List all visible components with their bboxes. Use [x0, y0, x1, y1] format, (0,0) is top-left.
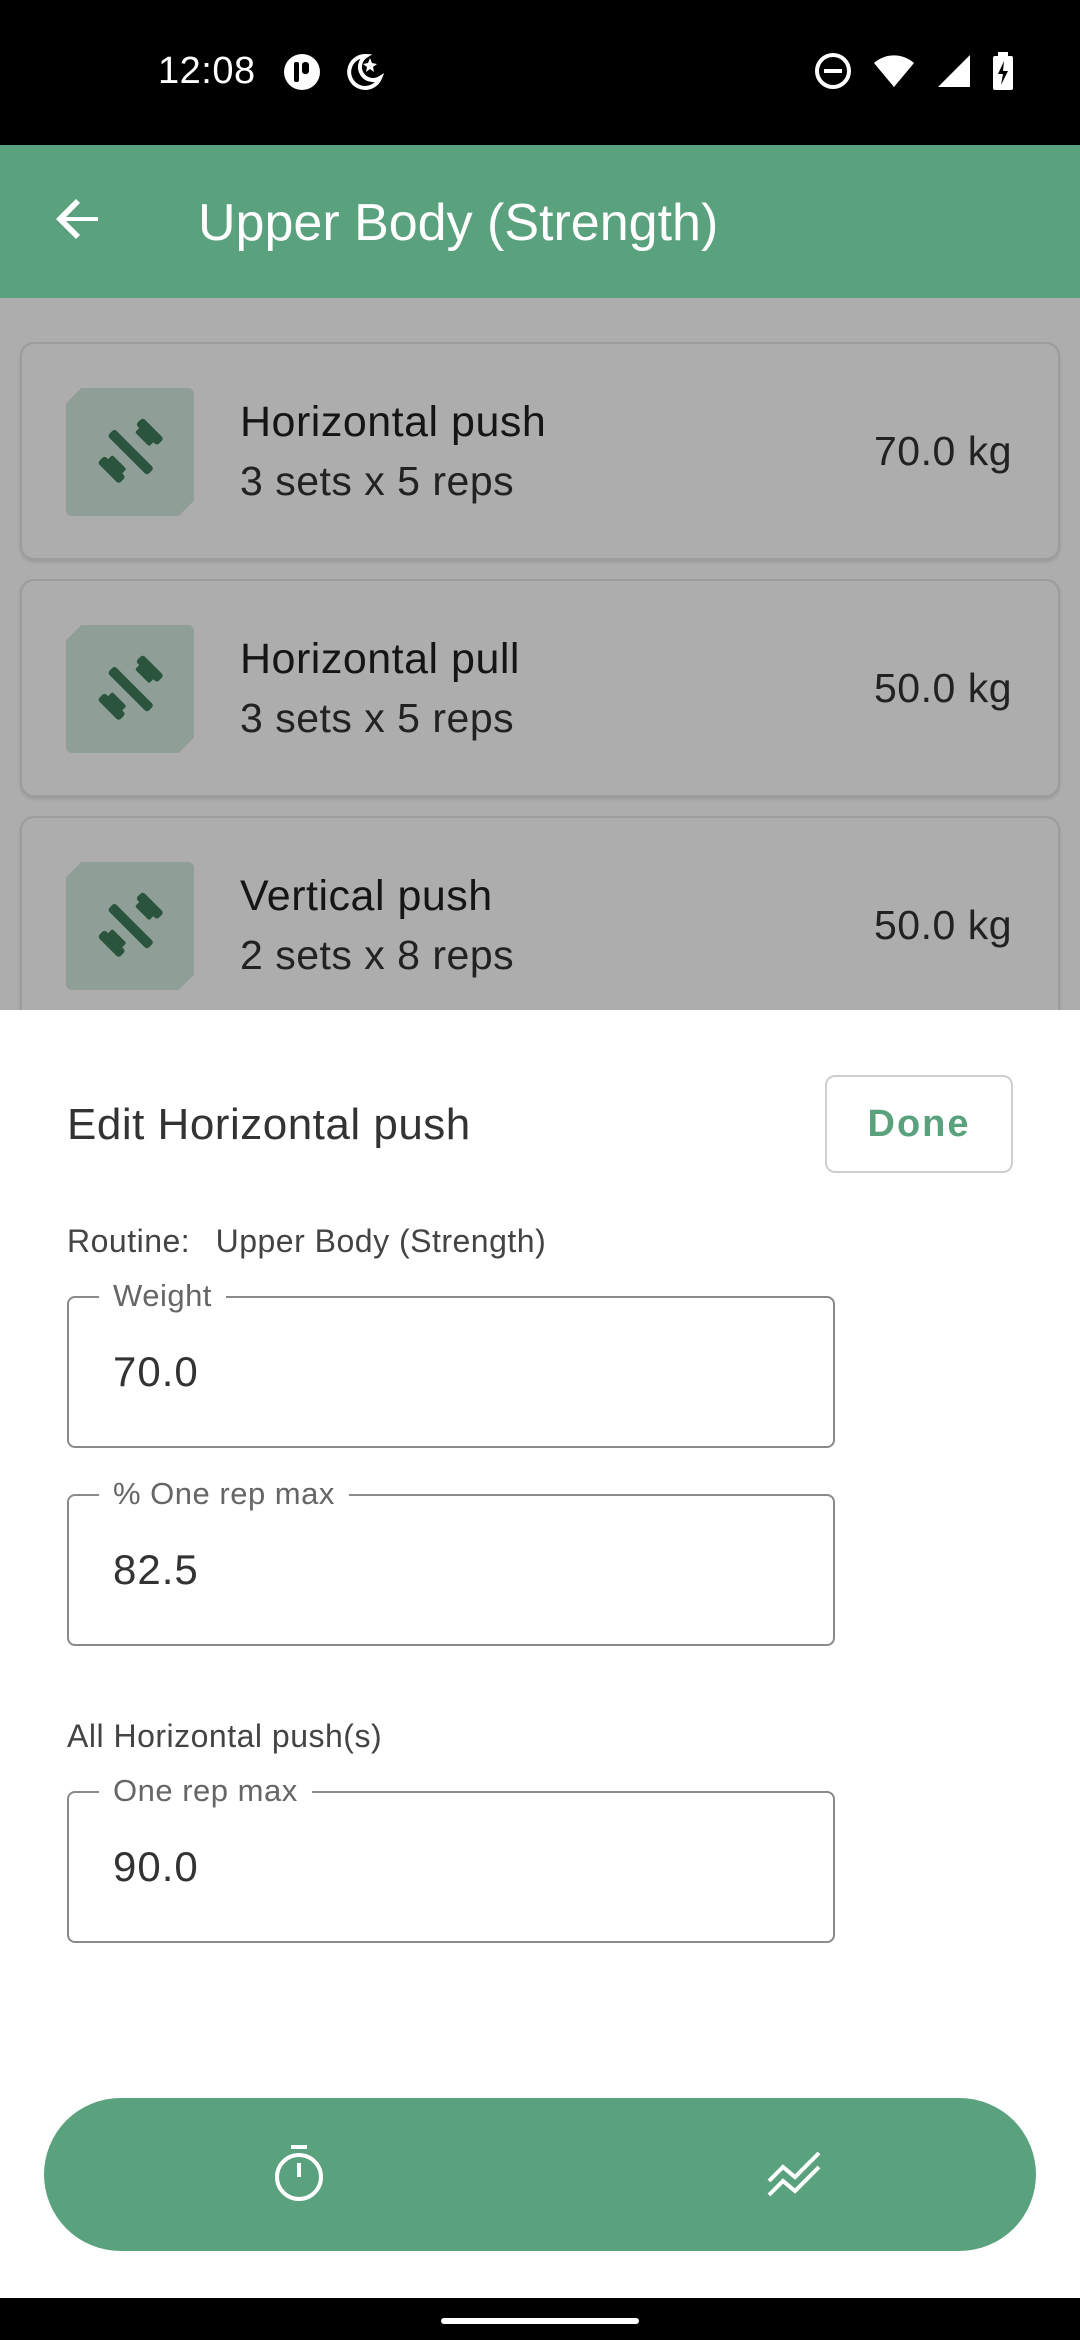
- do-not-disturb-moon-icon: [344, 52, 384, 92]
- arrow-back-icon: [54, 195, 102, 248]
- status-time: 12:08: [158, 50, 256, 92]
- weight-field[interactable]: Weight 70.0: [67, 1276, 835, 1448]
- status-left-icons: [282, 52, 384, 92]
- one-rep-max-field[interactable]: One rep max 90.0: [67, 1771, 835, 1943]
- timer-button[interactable]: [260, 2136, 338, 2214]
- screen: 12:08 Upper Body (Strength) Horizontal p…: [0, 0, 1080, 2340]
- back-button[interactable]: [40, 183, 116, 259]
- dnd-icon: [814, 52, 852, 90]
- done-button[interactable]: Done: [825, 1075, 1013, 1173]
- stats-button[interactable]: [756, 2136, 834, 2214]
- percent-one-rep-max-label: % One rep max: [99, 1474, 349, 1514]
- percent-one-rep-max-field[interactable]: % One rep max 82.5: [67, 1474, 835, 1646]
- weight-field-value: 70.0: [113, 1348, 199, 1395]
- signal-icon: [936, 53, 972, 89]
- modal-scrim[interactable]: [0, 298, 1080, 1010]
- status-right-icons: [814, 52, 1014, 90]
- routine-value: Upper Body (Strength): [215, 1223, 547, 1259]
- one-rep-max-label: One rep max: [99, 1771, 312, 1811]
- routine-label: Routine:: [67, 1223, 191, 1259]
- app-bar: Upper Body (Strength): [0, 145, 1080, 298]
- all-exercise-section-label: All Horizontal push(s): [67, 1718, 383, 1754]
- battery-charging-icon: [992, 52, 1014, 90]
- status-bar: 12:08: [0, 0, 1080, 145]
- bottom-nav: [44, 2098, 1036, 2251]
- one-rep-max-value: 90.0: [113, 1843, 199, 1890]
- timer-icon: [271, 2143, 327, 2208]
- app-notification-icon: [282, 52, 322, 92]
- stats-chart-icon: [765, 2147, 825, 2204]
- percent-one-rep-max-value: 82.5: [113, 1546, 199, 1593]
- weight-field-label: Weight: [99, 1276, 226, 1316]
- sheet-title: Edit Horizontal push: [67, 1100, 471, 1149]
- gesture-bar: [0, 2298, 1080, 2340]
- routine-line: Routine: Upper Body (Strength): [67, 1223, 546, 1260]
- gesture-handle[interactable]: [441, 2318, 639, 2324]
- page-title: Upper Body (Strength): [198, 194, 719, 252]
- wifi-icon: [872, 53, 916, 89]
